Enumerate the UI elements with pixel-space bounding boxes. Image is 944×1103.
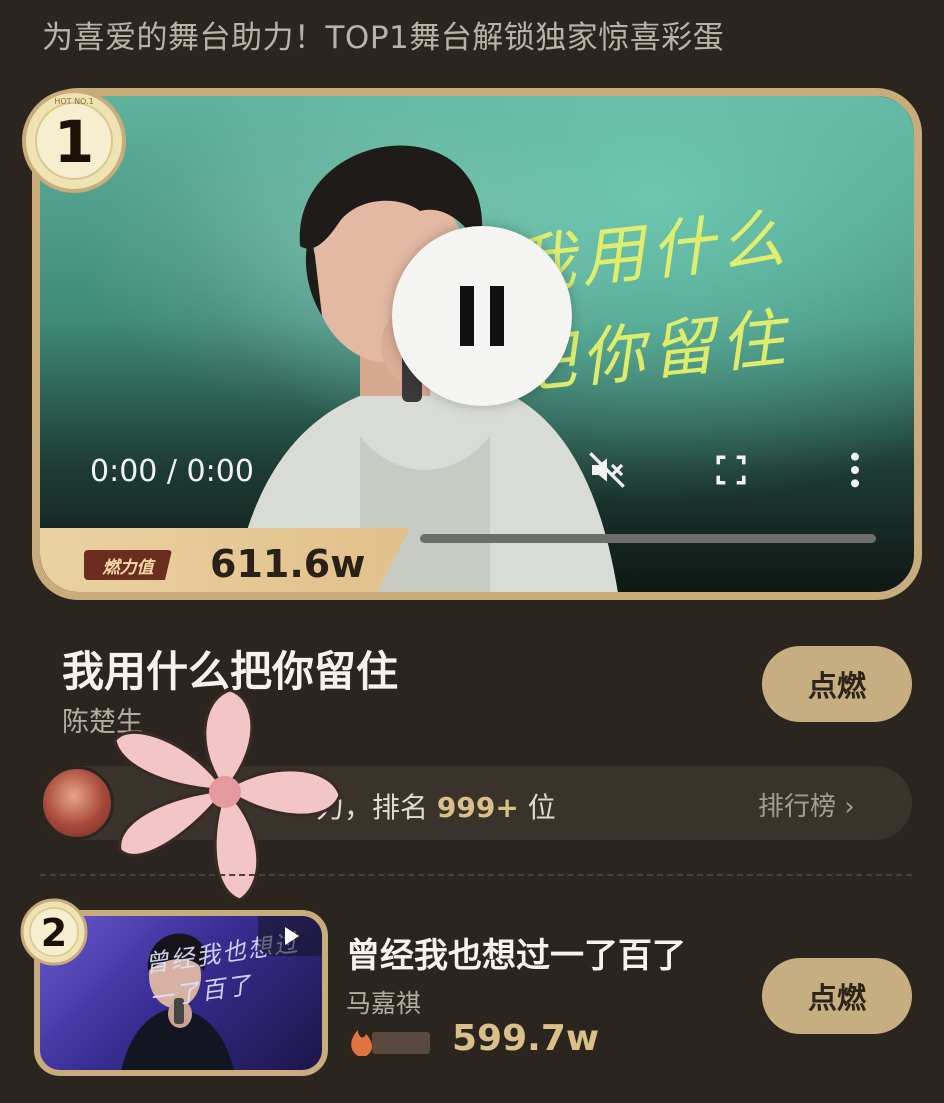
fire-value-icon (351, 1030, 430, 1056)
mute-icon (589, 452, 625, 488)
ranking-number: 999+ (436, 791, 519, 824)
top1-video-card[interactable]: 我用什么 把你留住 0:00 / 0:00 燃力值 611.6w (32, 88, 922, 600)
ranking-suffix: 位 (527, 791, 556, 824)
rank-1-medal-icon: 1 HOT NO.1 (22, 89, 126, 193)
leaderboard-link-label: 排行榜 (758, 792, 837, 822)
fullscreen-icon (716, 455, 746, 485)
play-badge[interactable] (258, 916, 322, 956)
fire-value-badge: 燃力值 (84, 550, 172, 580)
ignite-button[interactable]: 点燃 (762, 646, 912, 722)
chevron-right-icon: › (844, 792, 855, 822)
fire-value: 611.6w (210, 542, 366, 586)
rank-2-number: 2 (41, 911, 67, 955)
video-frame[interactable]: 我用什么 把你留住 0:00 / 0:00 (40, 96, 914, 592)
rank-2-medal-icon: 2 (20, 898, 88, 966)
ignite-button[interactable]: 点燃 (762, 958, 912, 1034)
rank-1-medal-text: HOT NO.1 (54, 97, 93, 106)
divider (40, 874, 912, 876)
more-vertical-icon (851, 452, 859, 488)
fire-value: 599.7w (452, 1018, 600, 1059)
video-time: 0:00 / 0:00 (90, 454, 254, 489)
pause-icon (452, 286, 512, 346)
rank-1-number: 1 (54, 108, 94, 176)
play-icon (285, 927, 299, 945)
fullscreen-button[interactable] (708, 444, 754, 496)
ranking-text: 力，排名 999+ 位 (316, 786, 556, 826)
video-progress-bar[interactable] (420, 534, 876, 543)
song-artist: 马嘉祺 (346, 989, 422, 1018)
mute-button[interactable] (584, 444, 630, 496)
more-options-button[interactable] (832, 444, 878, 496)
banner-text: 为喜爱的舞台助力！TOP1舞台解锁独家惊喜彩蛋 (42, 20, 725, 56)
pause-button[interactable] (392, 226, 572, 406)
leaderboard-link[interactable]: 排行榜 › (758, 786, 855, 823)
song-title: 曾经我也想过一了百了 (346, 936, 686, 976)
